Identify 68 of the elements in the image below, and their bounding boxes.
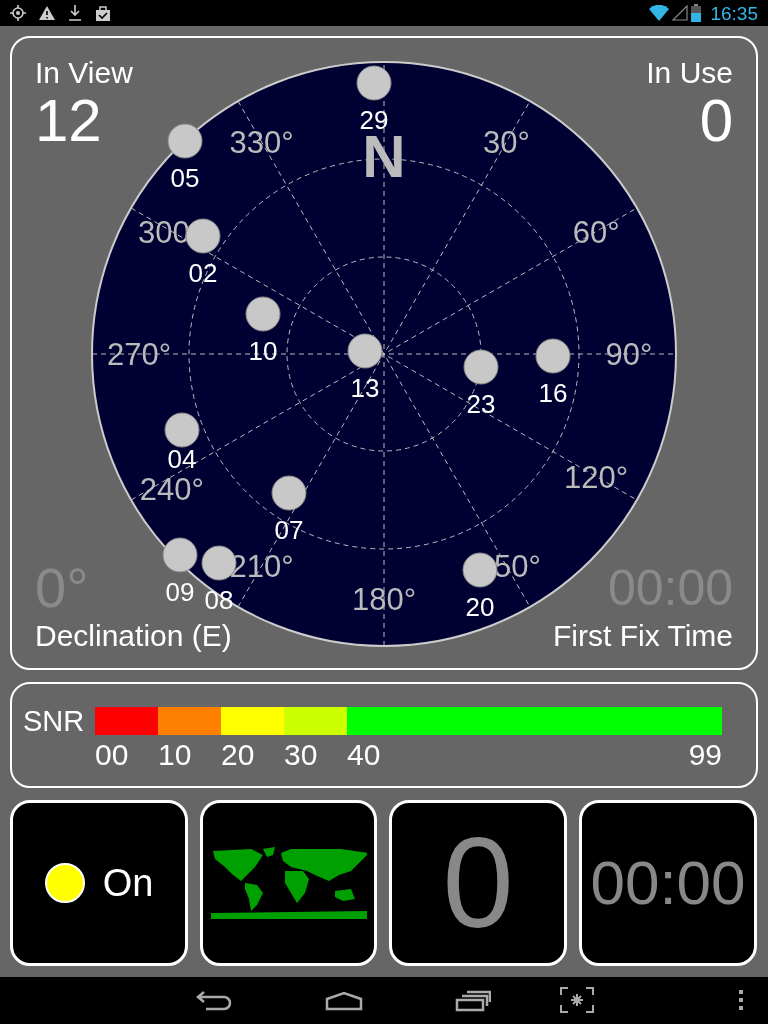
gps-status-text: On xyxy=(102,860,154,906)
scale-label: 30 xyxy=(284,738,318,771)
bearing-label: 30° xyxy=(483,124,530,160)
snr-label: SNR xyxy=(23,704,86,738)
satellite-label: 13 xyxy=(350,373,380,403)
bearing-label: 180° xyxy=(351,582,417,617)
scale-label: 10 xyxy=(158,738,192,771)
in-view-count: 12 xyxy=(35,90,103,152)
clock-text: 16:35 xyxy=(710,3,758,23)
scale-label: 00 xyxy=(95,738,129,771)
first-fix-label: First Fix Time xyxy=(553,618,733,654)
bearing-label: 120° xyxy=(564,459,629,495)
scale-label: 40 xyxy=(347,738,381,771)
satellite-dot xyxy=(271,475,307,511)
back-icon xyxy=(196,989,232,1011)
satellite-dot xyxy=(162,537,198,573)
in-use-label: In Use xyxy=(646,56,733,90)
satellite-dot xyxy=(347,333,383,369)
fix-time-tile[interactable]: 00:00 xyxy=(579,800,757,966)
satellite-label: 16 xyxy=(538,378,568,408)
shopping-bag-icon xyxy=(95,5,111,21)
bearing-label: 240° xyxy=(139,471,204,507)
satellite-label: 20 xyxy=(465,592,495,622)
satellite-dot xyxy=(245,296,281,332)
satellite-label: 07 xyxy=(274,515,304,545)
warning-icon xyxy=(39,6,55,20)
declination-label: Declination (E) xyxy=(35,618,232,654)
in-use-count: 0 xyxy=(699,90,733,152)
satellite-dot xyxy=(535,338,571,374)
menu-button[interactable] xyxy=(738,990,744,1010)
gps-status-tile[interactable]: On xyxy=(10,800,188,966)
screenshot-icon xyxy=(560,987,594,1013)
satellite-label: 09 xyxy=(165,577,195,607)
recent-apps-icon xyxy=(455,990,491,1012)
satellite-count-tile[interactable]: 0 xyxy=(389,800,567,966)
home-button[interactable] xyxy=(325,991,363,1011)
wifi-icon xyxy=(649,5,670,21)
satellite-label: 10 xyxy=(248,336,278,366)
satellite-dot xyxy=(356,65,392,101)
bearing-label: 330° xyxy=(229,124,294,160)
signal-icon xyxy=(672,5,689,21)
satellite-dot xyxy=(463,349,499,385)
overflow-menu-icon xyxy=(738,990,744,1010)
crosshair-icon xyxy=(10,5,26,21)
bearing-label: 90° xyxy=(605,337,653,372)
satellite-dot xyxy=(164,412,200,448)
scale-label: 20 xyxy=(221,738,255,771)
satellite-label: 08 xyxy=(204,585,234,615)
home-icon xyxy=(325,991,363,1011)
fix-time: 00:00 xyxy=(590,852,746,914)
in-view-label: In View xyxy=(35,56,133,90)
scale-max-label: 99 xyxy=(688,737,722,773)
satellite-label: 02 xyxy=(188,258,218,288)
satellite-dot xyxy=(167,123,203,159)
satellite-label: 04 xyxy=(167,444,197,474)
satellite-label: 05 xyxy=(170,163,200,193)
bearing-label: 270° xyxy=(106,337,172,372)
screenshot-button[interactable] xyxy=(560,987,594,1013)
satellite-count: 0 xyxy=(442,819,514,947)
bearing-label: 60° xyxy=(572,214,620,250)
satellite-label: 23 xyxy=(466,389,496,419)
map-tile[interactable] xyxy=(200,800,377,966)
bearing-label: 50° xyxy=(494,549,541,585)
satellite-dot xyxy=(462,552,498,588)
battery-icon xyxy=(691,4,702,22)
download-icon xyxy=(68,5,82,21)
recent-apps-button[interactable] xyxy=(455,990,491,1012)
back-button[interactable] xyxy=(196,989,232,1011)
